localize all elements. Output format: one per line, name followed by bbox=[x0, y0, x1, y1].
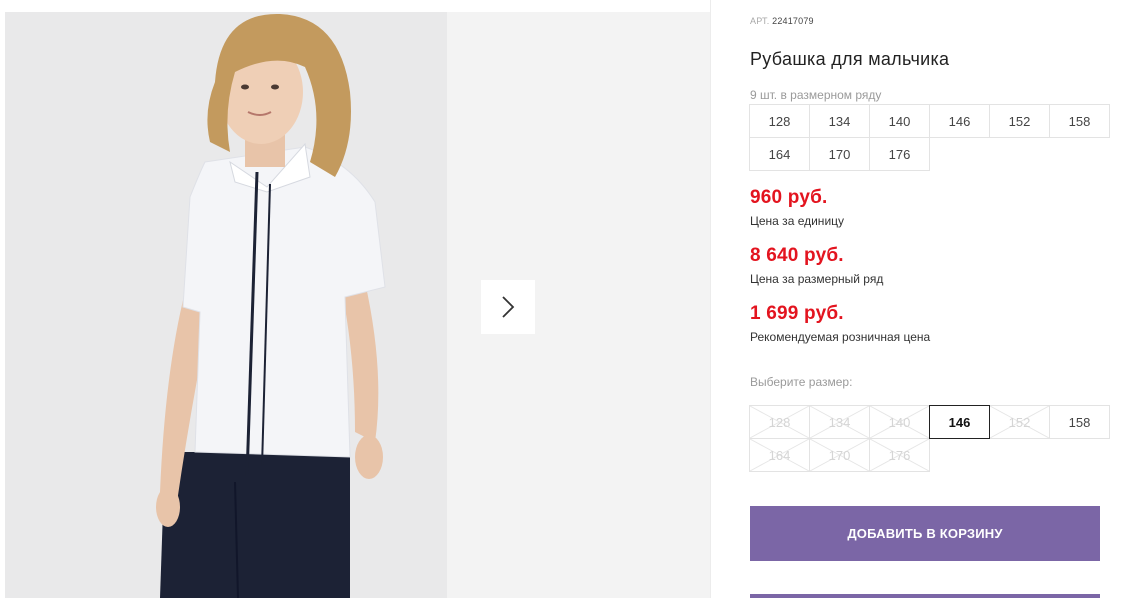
choose-size-label: Выберите размер: bbox=[750, 375, 853, 389]
pack-size-cell: 140 bbox=[869, 104, 930, 138]
pack-size-grid: 128 134 140 146 152 158 164 170 176 bbox=[749, 104, 1110, 171]
size-option-134: 134 bbox=[809, 405, 870, 439]
size-option-label: 146 bbox=[948, 414, 971, 430]
pack-size-cell: 128 bbox=[749, 104, 810, 138]
size-option-label: 140 bbox=[888, 414, 911, 430]
size-option-label: 158 bbox=[1068, 414, 1091, 430]
size-option-128: 128 bbox=[749, 405, 810, 439]
product-info: АРТ. 22417079 Рубашка для мальчика 9 шт.… bbox=[749, 0, 1110, 598]
size-option-170: 170 bbox=[809, 438, 870, 472]
gallery-next-button[interactable] bbox=[481, 280, 535, 334]
pack-size-cell: 134 bbox=[809, 104, 870, 138]
pack-size-cell: 146 bbox=[929, 104, 990, 138]
retail-price: 1 699 руб. bbox=[750, 303, 844, 324]
product-title: Рубашка для мальчика bbox=[750, 49, 950, 69]
size-option-label: 170 bbox=[828, 447, 851, 463]
pack-size-cell: 176 bbox=[869, 137, 930, 171]
chevron-right-icon bbox=[502, 296, 515, 318]
sku-value: 22417079 bbox=[772, 16, 814, 26]
pack-size-cell: 170 bbox=[809, 137, 870, 171]
size-option-label: 128 bbox=[768, 414, 791, 430]
size-option-label: 152 bbox=[1008, 414, 1031, 430]
size-option-164: 164 bbox=[749, 438, 810, 472]
pack-price-label: Цена за размерный ряд bbox=[750, 272, 884, 286]
size-option-label: 176 bbox=[888, 447, 911, 463]
boy-in-shirt-image bbox=[156, 13, 386, 598]
unit-price-label: Цена за единицу bbox=[750, 214, 845, 228]
size-option-140: 140 bbox=[869, 405, 930, 439]
secondary-button[interactable] bbox=[750, 594, 1100, 598]
pack-price: 8 640 руб. bbox=[750, 245, 844, 266]
pack-size-cell: 158 bbox=[1049, 104, 1110, 138]
product-photo bbox=[5, 12, 447, 598]
product-gallery bbox=[0, 0, 710, 598]
divider bbox=[710, 0, 711, 598]
pack-size-cell: 152 bbox=[989, 104, 1050, 138]
size-option-146[interactable]: 146 bbox=[929, 405, 990, 439]
size-option-152: 152 bbox=[989, 405, 1050, 439]
size-option-label: 164 bbox=[768, 447, 791, 463]
sku: АРТ. 22417079 bbox=[750, 16, 814, 26]
size-option-158[interactable]: 158 bbox=[1049, 405, 1110, 439]
add-to-cart-button[interactable]: ДОБАВИТЬ В КОРЗИНУ bbox=[750, 506, 1100, 561]
unit-price: 960 руб. bbox=[750, 187, 828, 208]
sku-label: АРТ. bbox=[750, 16, 770, 26]
size-option-label: 134 bbox=[828, 414, 851, 430]
pack-note: 9 шт. в размерном ряду bbox=[750, 88, 882, 102]
size-picker: 128 134 140 146 152 158 164 170 176 bbox=[749, 405, 1110, 472]
pack-size-cell: 164 bbox=[749, 137, 810, 171]
retail-price-label: Рекомендуемая розничная цена bbox=[750, 330, 931, 344]
size-option-176: 176 bbox=[869, 438, 930, 472]
